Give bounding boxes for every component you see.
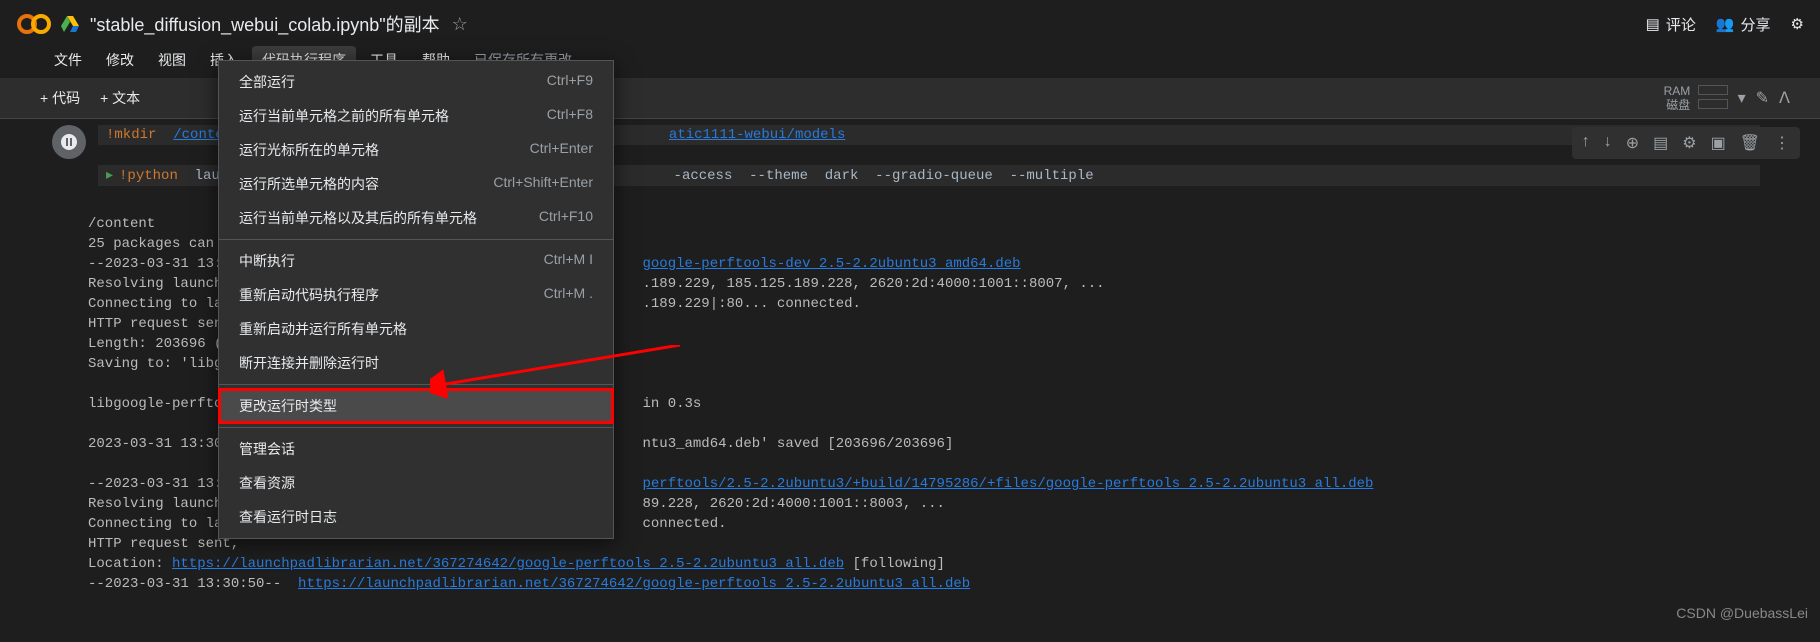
move-down-icon[interactable]: ↓ bbox=[1604, 133, 1612, 153]
header: "stable_diffusion_webui_colab.ipynb"的副本 … bbox=[0, 0, 1820, 42]
prompt-icon: ▸ bbox=[106, 168, 113, 184]
watermark: CSDN @DuebassLei bbox=[1676, 605, 1808, 621]
comment-cell-icon[interactable]: ▤ bbox=[1653, 133, 1668, 153]
comment-icon: ▤ bbox=[1646, 15, 1660, 33]
edit-icon[interactable]: ✎ bbox=[1756, 88, 1769, 108]
code-token: !python bbox=[119, 168, 178, 184]
chevron-up-icon[interactable]: ᐱ bbox=[1779, 88, 1790, 108]
dropdown-item[interactable]: 更改运行时类型 bbox=[219, 389, 613, 423]
dropdown-item[interactable]: 运行光标所在的单元格Ctrl+Enter bbox=[219, 133, 613, 167]
code-args: -access --theme dark --gradio-queue --mu… bbox=[674, 168, 1094, 184]
dropdown-item[interactable]: 运行当前单元格之前的所有单元格Ctrl+F8 bbox=[219, 99, 613, 133]
share-icon: 👥 bbox=[1716, 15, 1735, 33]
comment-label: 评论 bbox=[1666, 14, 1696, 35]
comment-button[interactable]: ▤ 评论 bbox=[1646, 14, 1696, 35]
gear-icon[interactable]: ⚙ bbox=[1682, 133, 1696, 153]
dropdown-item[interactable]: 运行所选单元格的内容Ctrl+Shift+Enter bbox=[219, 167, 613, 201]
add-text-button[interactable]: + 文本 bbox=[90, 84, 150, 112]
dropdown-item[interactable]: 查看资源 bbox=[219, 466, 613, 500]
code-path: atic1111-webui/models bbox=[669, 127, 845, 143]
dropdown-item[interactable]: 管理会话 bbox=[219, 432, 613, 466]
dropdown-item[interactable]: 全部运行Ctrl+F9 bbox=[219, 65, 613, 99]
colab-logo[interactable] bbox=[16, 6, 52, 42]
dropdown-item[interactable]: 中断执行Ctrl+M I bbox=[219, 244, 613, 278]
dropdown-item[interactable]: 查看运行时日志 bbox=[219, 500, 613, 534]
drive-icon bbox=[60, 14, 80, 34]
runtime-dropdown: 全部运行Ctrl+F9运行当前单元格之前的所有单元格Ctrl+F8运行光标所在的… bbox=[218, 60, 614, 539]
share-label: 分享 bbox=[1741, 14, 1771, 35]
chevron-down-icon[interactable]: ▾ bbox=[1738, 88, 1746, 108]
dropdown-item[interactable]: 重新启动并运行所有单元格 bbox=[219, 312, 613, 346]
settings-icon[interactable]: ⚙ bbox=[1791, 15, 1804, 33]
resource-indicator[interactable]: RAM 磁盘 bbox=[1664, 84, 1728, 112]
disk-label: 磁盘 bbox=[1666, 98, 1690, 112]
code-token: !mkdir bbox=[106, 127, 156, 143]
left-sidebar bbox=[0, 119, 44, 642]
menu-file[interactable]: 文件 bbox=[44, 46, 92, 74]
mirror-icon[interactable]: ▣ bbox=[1711, 133, 1726, 153]
delete-icon[interactable]: 🗑 bbox=[1740, 133, 1760, 153]
dropdown-item[interactable]: 断开连接并删除运行时 bbox=[219, 346, 613, 380]
more-icon[interactable]: ⋮ bbox=[1774, 133, 1790, 153]
dropdown-item[interactable]: 运行当前单元格以及其后的所有单元格Ctrl+F10 bbox=[219, 201, 613, 235]
menu-edit[interactable]: 修改 bbox=[96, 46, 144, 74]
menu-view[interactable]: 视图 bbox=[148, 46, 196, 74]
move-up-icon[interactable]: ↑ bbox=[1582, 133, 1590, 153]
ram-label: RAM bbox=[1664, 84, 1691, 98]
notebook-title[interactable]: "stable_diffusion_webui_colab.ipynb"的副本 bbox=[90, 11, 440, 37]
share-button[interactable]: 👥 分享 bbox=[1716, 14, 1771, 35]
add-code-button[interactable]: + 代码 bbox=[30, 84, 90, 112]
run-cell-button[interactable] bbox=[52, 125, 86, 159]
star-icon[interactable]: ☆ bbox=[452, 14, 468, 35]
dropdown-item[interactable]: 重新启动代码执行程序Ctrl+M . bbox=[219, 278, 613, 312]
link-icon[interactable]: ⊕ bbox=[1626, 133, 1639, 153]
cell-toolbar: ↑ ↓ ⊕ ▤ ⚙ ▣ 🗑 ⋮ bbox=[1572, 127, 1800, 159]
